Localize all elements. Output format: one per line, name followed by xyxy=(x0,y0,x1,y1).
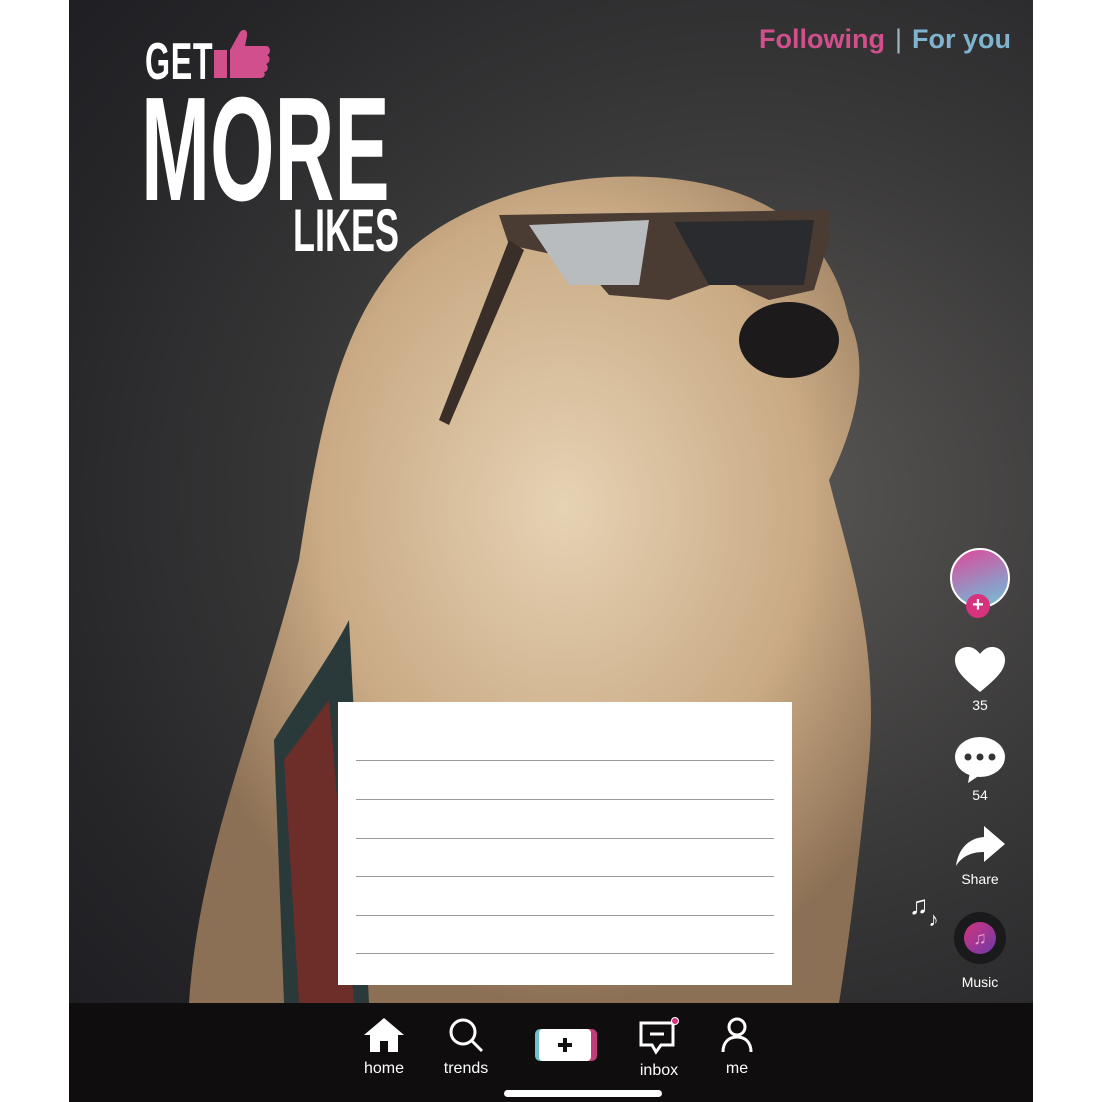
writing-line xyxy=(356,953,774,954)
nav-inbox-label: inbox xyxy=(639,1062,679,1079)
tab-following[interactable]: Following xyxy=(759,24,885,55)
user-icon xyxy=(721,1017,753,1053)
inbox-icon xyxy=(639,1017,679,1055)
bottom-nav: home trends inbox me xyxy=(69,1003,1033,1102)
feed-tabs: Following | For you xyxy=(759,24,1011,55)
writing-line xyxy=(356,760,774,761)
nav-me[interactable]: me xyxy=(719,1017,755,1078)
nav-trends[interactable]: trends xyxy=(441,1017,491,1078)
share-icon xyxy=(956,826,1005,866)
music-label: Music xyxy=(961,974,999,990)
like-button[interactable]: 35 xyxy=(947,646,1013,713)
home-indicator xyxy=(504,1090,662,1097)
music-disc: ♫ xyxy=(954,912,1006,964)
headline-likes: LIKES xyxy=(293,197,400,264)
comments-count: 54 xyxy=(972,787,988,803)
search-icon xyxy=(449,1018,484,1053)
share-label: Share xyxy=(961,871,999,887)
comment-icon xyxy=(955,737,1005,783)
tab-separator: | xyxy=(894,24,902,54)
comment-button[interactable]: 54 xyxy=(947,736,1013,803)
writing-line xyxy=(356,799,774,800)
name-label-box[interactable] xyxy=(338,702,792,985)
nav-trends-label: trends xyxy=(443,1060,489,1077)
nav-home-label: home xyxy=(363,1060,405,1077)
create-button[interactable] xyxy=(535,1029,597,1061)
writing-line xyxy=(356,876,774,877)
share-button[interactable]: Share xyxy=(947,824,1013,887)
nav-home[interactable]: home xyxy=(361,1017,407,1078)
follow-plus-icon[interactable]: + xyxy=(966,594,990,618)
music-note-icon: ♫ xyxy=(964,922,996,954)
music-note-icon: ♫♪ xyxy=(909,890,939,931)
nav-inbox[interactable]: inbox xyxy=(636,1017,682,1080)
tab-for-you[interactable]: For you xyxy=(912,24,1011,55)
heart-icon xyxy=(955,647,1005,692)
home-icon xyxy=(364,1018,404,1052)
nav-me-label: me xyxy=(725,1060,749,1077)
cover: GET MORE LIKES Following | For you + 35 … xyxy=(69,0,1033,1102)
likes-count: 35 xyxy=(972,697,988,713)
writing-line xyxy=(356,838,774,839)
writing-line xyxy=(356,915,774,916)
music-button[interactable]: ♫ Music xyxy=(947,912,1013,990)
